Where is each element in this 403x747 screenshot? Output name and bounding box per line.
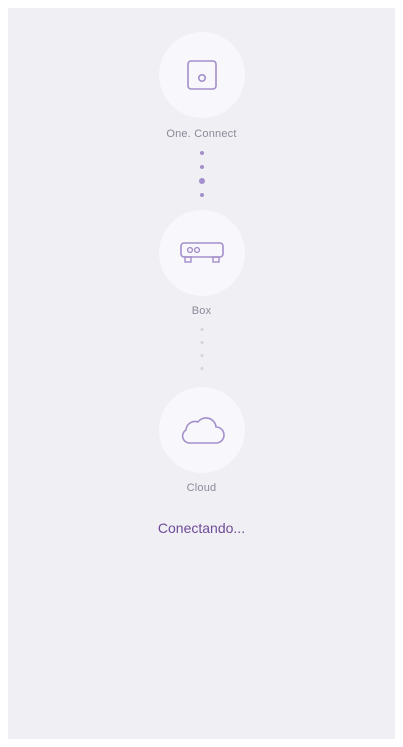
pending-dot [200, 328, 203, 331]
one-connect-label: One. Connect [166, 128, 237, 140]
box-device-icon [179, 240, 225, 266]
connection-screen: One. Connect Box Cloud Conectando... [8, 8, 395, 739]
connection-status-text: Conectando... [157, 520, 246, 536]
cloud-icon [178, 413, 226, 447]
cloud-node [158, 387, 245, 473]
progress-dot [199, 165, 204, 169]
pending-dot [200, 341, 203, 344]
box-label: Box [191, 305, 212, 317]
progress-dot-current [198, 178, 205, 184]
pending-dot [200, 354, 203, 357]
cloud-label: Cloud [186, 482, 217, 494]
one-connect-node [158, 32, 245, 118]
progress-dot [199, 193, 204, 197]
pending-dot [200, 367, 203, 370]
progress-dot [199, 151, 204, 155]
box-node [158, 210, 245, 296]
one-connect-device-icon [185, 58, 219, 92]
